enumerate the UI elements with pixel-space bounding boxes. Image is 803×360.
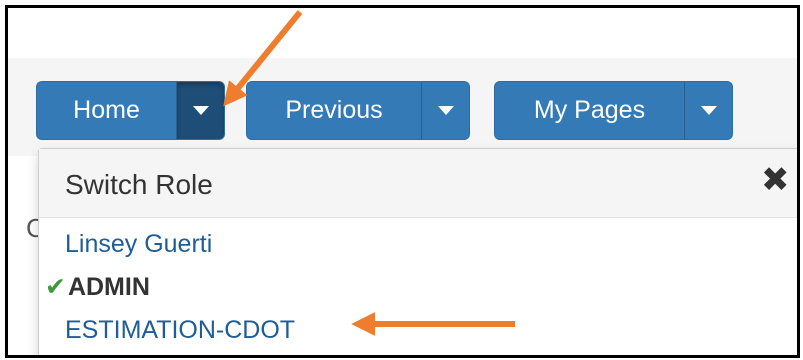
previous-button-group: Previous	[246, 81, 470, 140]
home-button-group: Home	[36, 81, 225, 140]
previous-dropdown-caret[interactable]	[421, 81, 470, 140]
chevron-down-icon	[700, 106, 717, 115]
checkmark-icon: ✔	[45, 272, 66, 301]
home-button-label: Home	[73, 96, 140, 124]
role-estimation-cdot[interactable]: ESTIMATION-CDOT	[65, 315, 295, 345]
home-button[interactable]: Home	[36, 81, 176, 140]
my-pages-button-group: My Pages	[494, 81, 733, 140]
my-pages-dropdown-caret[interactable]	[684, 81, 733, 140]
screenshot-frame: Home Previous My Pages C Switch Role ✖ L…	[5, 5, 800, 358]
role-label: ADMIN	[67, 273, 150, 301]
dropdown-title: Switch Role	[65, 169, 213, 200]
switch-role-dropdown: Switch Role ✖ Linsey Guerti ✔ADMIN ESTIM…	[38, 148, 797, 355]
chevron-down-icon	[192, 106, 209, 115]
role-label: ESTIMATION-CDOT	[65, 316, 296, 344]
role-label: Linsey Guerti	[65, 230, 213, 258]
role-admin[interactable]: ✔ADMIN	[45, 272, 150, 302]
close-icon[interactable]: ✖	[761, 163, 790, 197]
dropdown-header: Switch Role ✖	[39, 149, 797, 218]
previous-button[interactable]: Previous	[246, 81, 421, 140]
my-pages-button[interactable]: My Pages	[494, 81, 684, 140]
role-linsey-guerti[interactable]: Linsey Guerti	[65, 229, 212, 259]
previous-button-label: Previous	[285, 96, 383, 124]
my-pages-button-label: My Pages	[533, 96, 646, 124]
home-dropdown-caret[interactable]	[176, 81, 225, 140]
chevron-down-icon	[437, 106, 454, 115]
